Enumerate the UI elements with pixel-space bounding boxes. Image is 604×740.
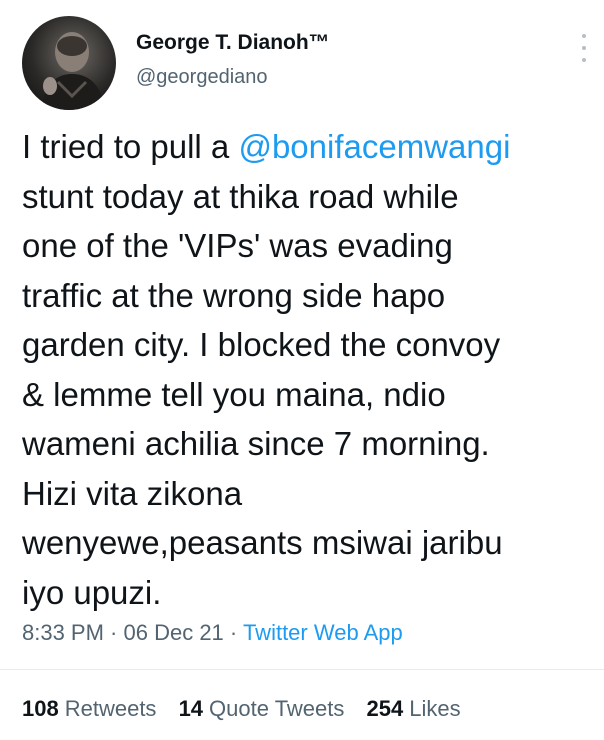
more-dot — [582, 34, 586, 38]
more-dot — [582, 58, 586, 62]
tweet-line: garden city. I blocked the convoy — [22, 326, 501, 363]
meta-separator: · — [103, 620, 124, 645]
user-handle[interactable]: @georgediano — [136, 64, 330, 90]
divider — [0, 669, 604, 670]
retweets-label: Retweets — [64, 696, 157, 721]
tweet-line: & lemme tell you maina, ndio — [22, 375, 446, 413]
quote-tweets-count: 14 — [178, 696, 204, 721]
tweet-time[interactable]: 8:33 PM — [22, 620, 104, 645]
tweet: George T. Dianoh™ @georgediano I tried t… — [0, 0, 604, 740]
likes-label: Likes — [409, 696, 461, 721]
retweets-stat[interactable]: 108 Retweets — [22, 694, 156, 724]
tweet-line: stunt today at thika road while — [22, 177, 459, 215]
likes-stat[interactable]: 254 Likes — [367, 694, 461, 724]
meta-separator: · — [223, 620, 243, 645]
mention-link[interactable]: @bonifacemwangi — [238, 128, 510, 165]
tweet-text-segment: I tried to pull a — [22, 128, 239, 165]
tweet-line: I tried to pull a @bonifacemwangi — [22, 122, 592, 172]
tweet-line: wenyewe,peasants msiwai jaribu — [22, 524, 503, 561]
tweet-line: Hizi vita zikona — [22, 474, 243, 512]
tweet-text: I tried to pull a @bonifacemwangi stunt … — [22, 122, 592, 617]
quote-tweets-label: Quote Tweets — [209, 696, 345, 721]
tweet-line: wameni achilia since 7 morning. — [22, 425, 490, 462]
avatar-photo — [42, 32, 104, 110]
tweet-header: George T. Dianoh™ @georgediano — [22, 16, 592, 110]
tweet-meta: 8:33 PM · 06 Dec 21 · Twitter Web App — [22, 618, 403, 648]
more-dot — [582, 46, 586, 50]
source-app-link[interactable]: Twitter Web App — [243, 620, 403, 645]
author-info: George T. Dianoh™ @georgediano — [136, 30, 330, 90]
tweet-line: iyo upuzi. — [22, 573, 162, 611]
more-options-icon[interactable] — [578, 30, 590, 66]
likes-count: 254 — [366, 696, 404, 721]
tweet-line: traffic at the wrong side hapo — [22, 276, 446, 314]
tweet-stats: 108 Retweets 14 Quote Tweets 254 Likes — [22, 694, 477, 724]
quote-tweets-stat[interactable]: 14 Quote Tweets — [179, 694, 345, 724]
avatar[interactable] — [22, 16, 116, 110]
tweet-date[interactable]: 06 Dec 21 — [124, 620, 224, 645]
display-name[interactable]: George T. Dianoh™ — [136, 30, 330, 56]
tweet-line: one of the 'VIPs' was evading — [22, 227, 453, 264]
retweets-count: 108 — [22, 696, 59, 721]
